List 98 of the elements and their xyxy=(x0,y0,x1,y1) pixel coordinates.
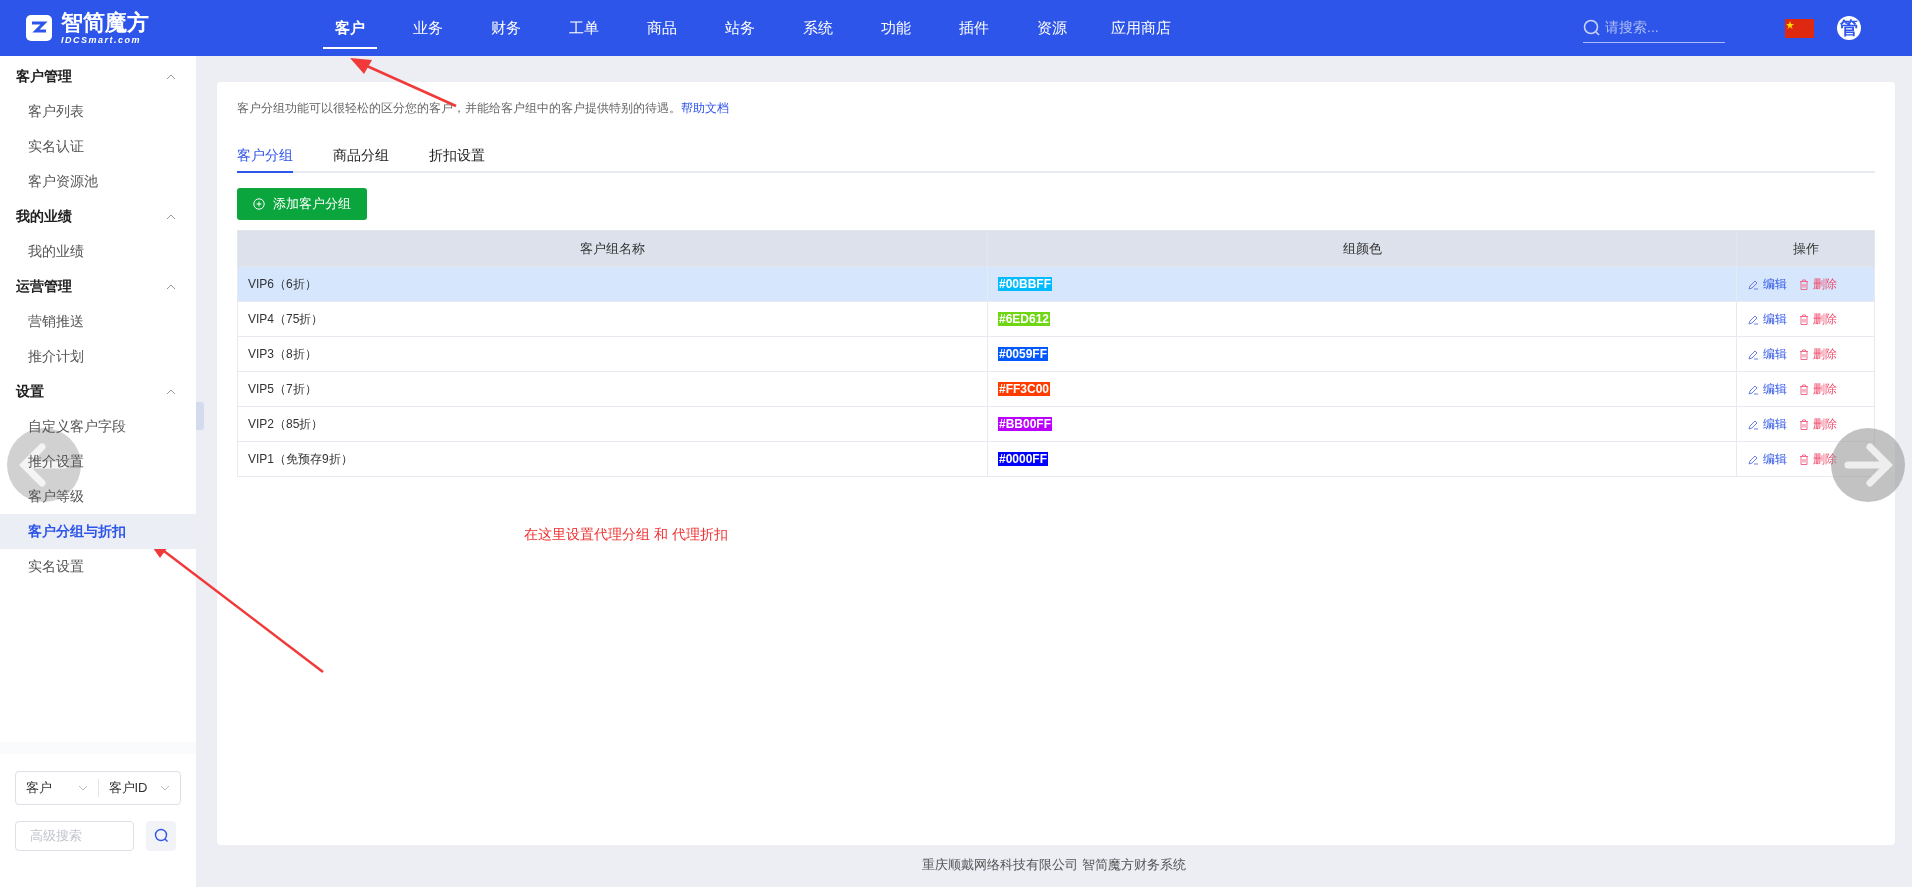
table-row[interactable]: VIP2（85折） #BB00FF 编辑 删除 xyxy=(237,406,1875,442)
edit-link[interactable]: 编辑 xyxy=(1748,345,1787,363)
logo-subtitle: IDCSmart.com xyxy=(61,35,142,45)
trash-icon xyxy=(1799,418,1809,430)
column-header: 操作 xyxy=(1736,230,1875,267)
nav-tab[interactable]: 财务 xyxy=(467,0,545,56)
footer-text: 重庆顺戴网络科技有限公司 智简魔方财务系统 xyxy=(921,856,1187,874)
delete-link[interactable]: 删除 xyxy=(1799,310,1837,328)
trash-icon xyxy=(1799,313,1809,325)
tab[interactable]: 商品分组 xyxy=(333,139,389,173)
menu-item[interactable]: 自定义客户字段 xyxy=(0,409,196,444)
group-name: VIP5（7折） xyxy=(248,382,317,396)
pencil-icon xyxy=(1748,313,1759,325)
pencil-icon xyxy=(1748,383,1759,395)
nav-tab[interactable]: 插件 xyxy=(935,0,1013,56)
menu-item[interactable]: 实名认证 xyxy=(0,129,196,164)
nav-tab[interactable]: 商品 xyxy=(623,0,701,56)
pencil-icon xyxy=(1748,278,1759,290)
nav-tab[interactable]: 客户 xyxy=(311,0,389,56)
search-button[interactable] xyxy=(146,820,176,851)
color-tag: #0000FF xyxy=(998,452,1049,466)
table-row[interactable]: VIP6（6折） #00BBFF 编辑 删除 xyxy=(237,266,1875,302)
advanced-search-field[interactable]: 高级搜索 xyxy=(15,820,134,851)
column-header: 组颜色 xyxy=(987,230,1737,267)
delete-link[interactable]: 删除 xyxy=(1799,380,1837,398)
china-flag-icon[interactable] xyxy=(1785,18,1814,38)
collapse-handle[interactable] xyxy=(196,402,204,430)
menu-group-title: 客户管理 xyxy=(16,67,72,86)
edit-link[interactable]: 编辑 xyxy=(1748,415,1787,433)
color-tag: #00BBFF xyxy=(998,277,1052,291)
pencil-icon xyxy=(1748,348,1759,360)
search-icon xyxy=(1583,18,1601,37)
group-name: VIP6（6折） xyxy=(248,277,317,291)
delete-link[interactable]: 删除 xyxy=(1799,345,1837,363)
table-row[interactable]: VIP3（8折） #0059FF 编辑 删除 xyxy=(237,336,1875,372)
plus-circle-icon xyxy=(253,198,265,210)
menu-item[interactable]: 实名设置 xyxy=(0,549,196,584)
group-name: VIP1（免预存9折） xyxy=(248,452,353,466)
chevron-down-icon xyxy=(160,784,170,791)
select-value: 客户 xyxy=(26,778,52,797)
nav-tab[interactable]: 应用商店 xyxy=(1091,0,1191,56)
search-icon xyxy=(153,828,169,843)
color-tag: #6ED612 xyxy=(998,312,1051,326)
menu-item[interactable]: 客户等级 xyxy=(0,479,196,514)
nav-tab[interactable]: 站务 xyxy=(701,0,779,56)
table-row[interactable]: VIP5（7折） #FF3C00 编辑 删除 xyxy=(237,371,1875,407)
tab[interactable]: 客户分组 xyxy=(237,139,293,173)
nav-tab[interactable]: 工单 xyxy=(545,0,623,56)
group-name: VIP4（75折） xyxy=(248,312,324,326)
color-tag: #BB00FF xyxy=(998,417,1052,431)
color-tag: #FF3C00 xyxy=(998,382,1051,396)
group-name: VIP2（85折） xyxy=(248,417,324,431)
menu-group-title: 我的业绩 xyxy=(16,207,72,226)
nav-tab[interactable]: 功能 xyxy=(857,0,935,56)
tab[interactable]: 折扣设置 xyxy=(429,139,485,173)
column-header: 客户组名称 xyxy=(237,230,988,267)
help-link[interactable]: 帮助文档 xyxy=(681,99,729,117)
filter-select[interactable]: 客户 客户ID xyxy=(15,770,181,805)
table-row[interactable]: VIP1（免预存9折） #0000FF 编辑 删除 xyxy=(237,441,1875,477)
delete-link[interactable]: 删除 xyxy=(1799,415,1837,433)
menu-group-title: 设置 xyxy=(16,382,44,401)
menu-item[interactable]: 客户分组与折扣 xyxy=(0,514,196,549)
logo-title: 智简魔方 xyxy=(61,11,149,34)
menu-item[interactable]: 推介计划 xyxy=(0,339,196,374)
menu-item[interactable]: 营销推送 xyxy=(0,304,196,339)
menu-item[interactable]: 客户资源池 xyxy=(0,164,196,199)
edit-link[interactable]: 编辑 xyxy=(1748,380,1787,398)
nav-tab[interactable]: 业务 xyxy=(389,0,467,56)
edit-link[interactable]: 编辑 xyxy=(1748,450,1787,468)
trash-icon xyxy=(1799,278,1809,290)
color-tag: #0059FF xyxy=(998,347,1049,361)
menu-item[interactable]: 我的业绩 xyxy=(0,234,196,269)
menu-item[interactable]: 客户列表 xyxy=(0,94,196,129)
search-input[interactable]: 请搜索... xyxy=(1605,17,1715,38)
user-avatar[interactable]: 管 xyxy=(1837,16,1861,40)
table-row[interactable]: VIP4（75折） #6ED612 编辑 删除 xyxy=(237,301,1875,337)
trash-icon xyxy=(1799,453,1809,465)
menu-group-title: 运营管理 xyxy=(16,277,72,296)
menu-item[interactable]: 推介设置 xyxy=(0,444,196,479)
annotation-text: 在这里设置代理分组 和 代理折扣 xyxy=(524,525,729,544)
pencil-icon xyxy=(1748,418,1759,430)
menu-group-header[interactable]: 客户管理 xyxy=(0,59,196,94)
trash-icon xyxy=(1799,383,1809,395)
menu-group-header[interactable]: 设置 xyxy=(0,374,196,409)
group-name: VIP3（8折） xyxy=(248,347,317,361)
select-value: 客户ID xyxy=(108,778,148,797)
add-group-button[interactable]: 添加客户分组 xyxy=(237,188,367,220)
trash-icon xyxy=(1799,348,1809,360)
nav-tab[interactable]: 系统 xyxy=(779,0,857,56)
edit-link[interactable]: 编辑 xyxy=(1748,310,1787,328)
chevron-down-icon xyxy=(77,784,88,791)
delete-link[interactable]: 删除 xyxy=(1799,450,1837,468)
logo-icon xyxy=(25,14,53,42)
edit-link[interactable]: 编辑 xyxy=(1748,275,1787,293)
menu-group-header[interactable]: 运营管理 xyxy=(0,269,196,304)
nav-tab[interactable]: 资源 xyxy=(1013,0,1091,56)
menu-group-header[interactable]: 我的业绩 xyxy=(0,199,196,234)
pencil-icon xyxy=(1748,453,1759,465)
